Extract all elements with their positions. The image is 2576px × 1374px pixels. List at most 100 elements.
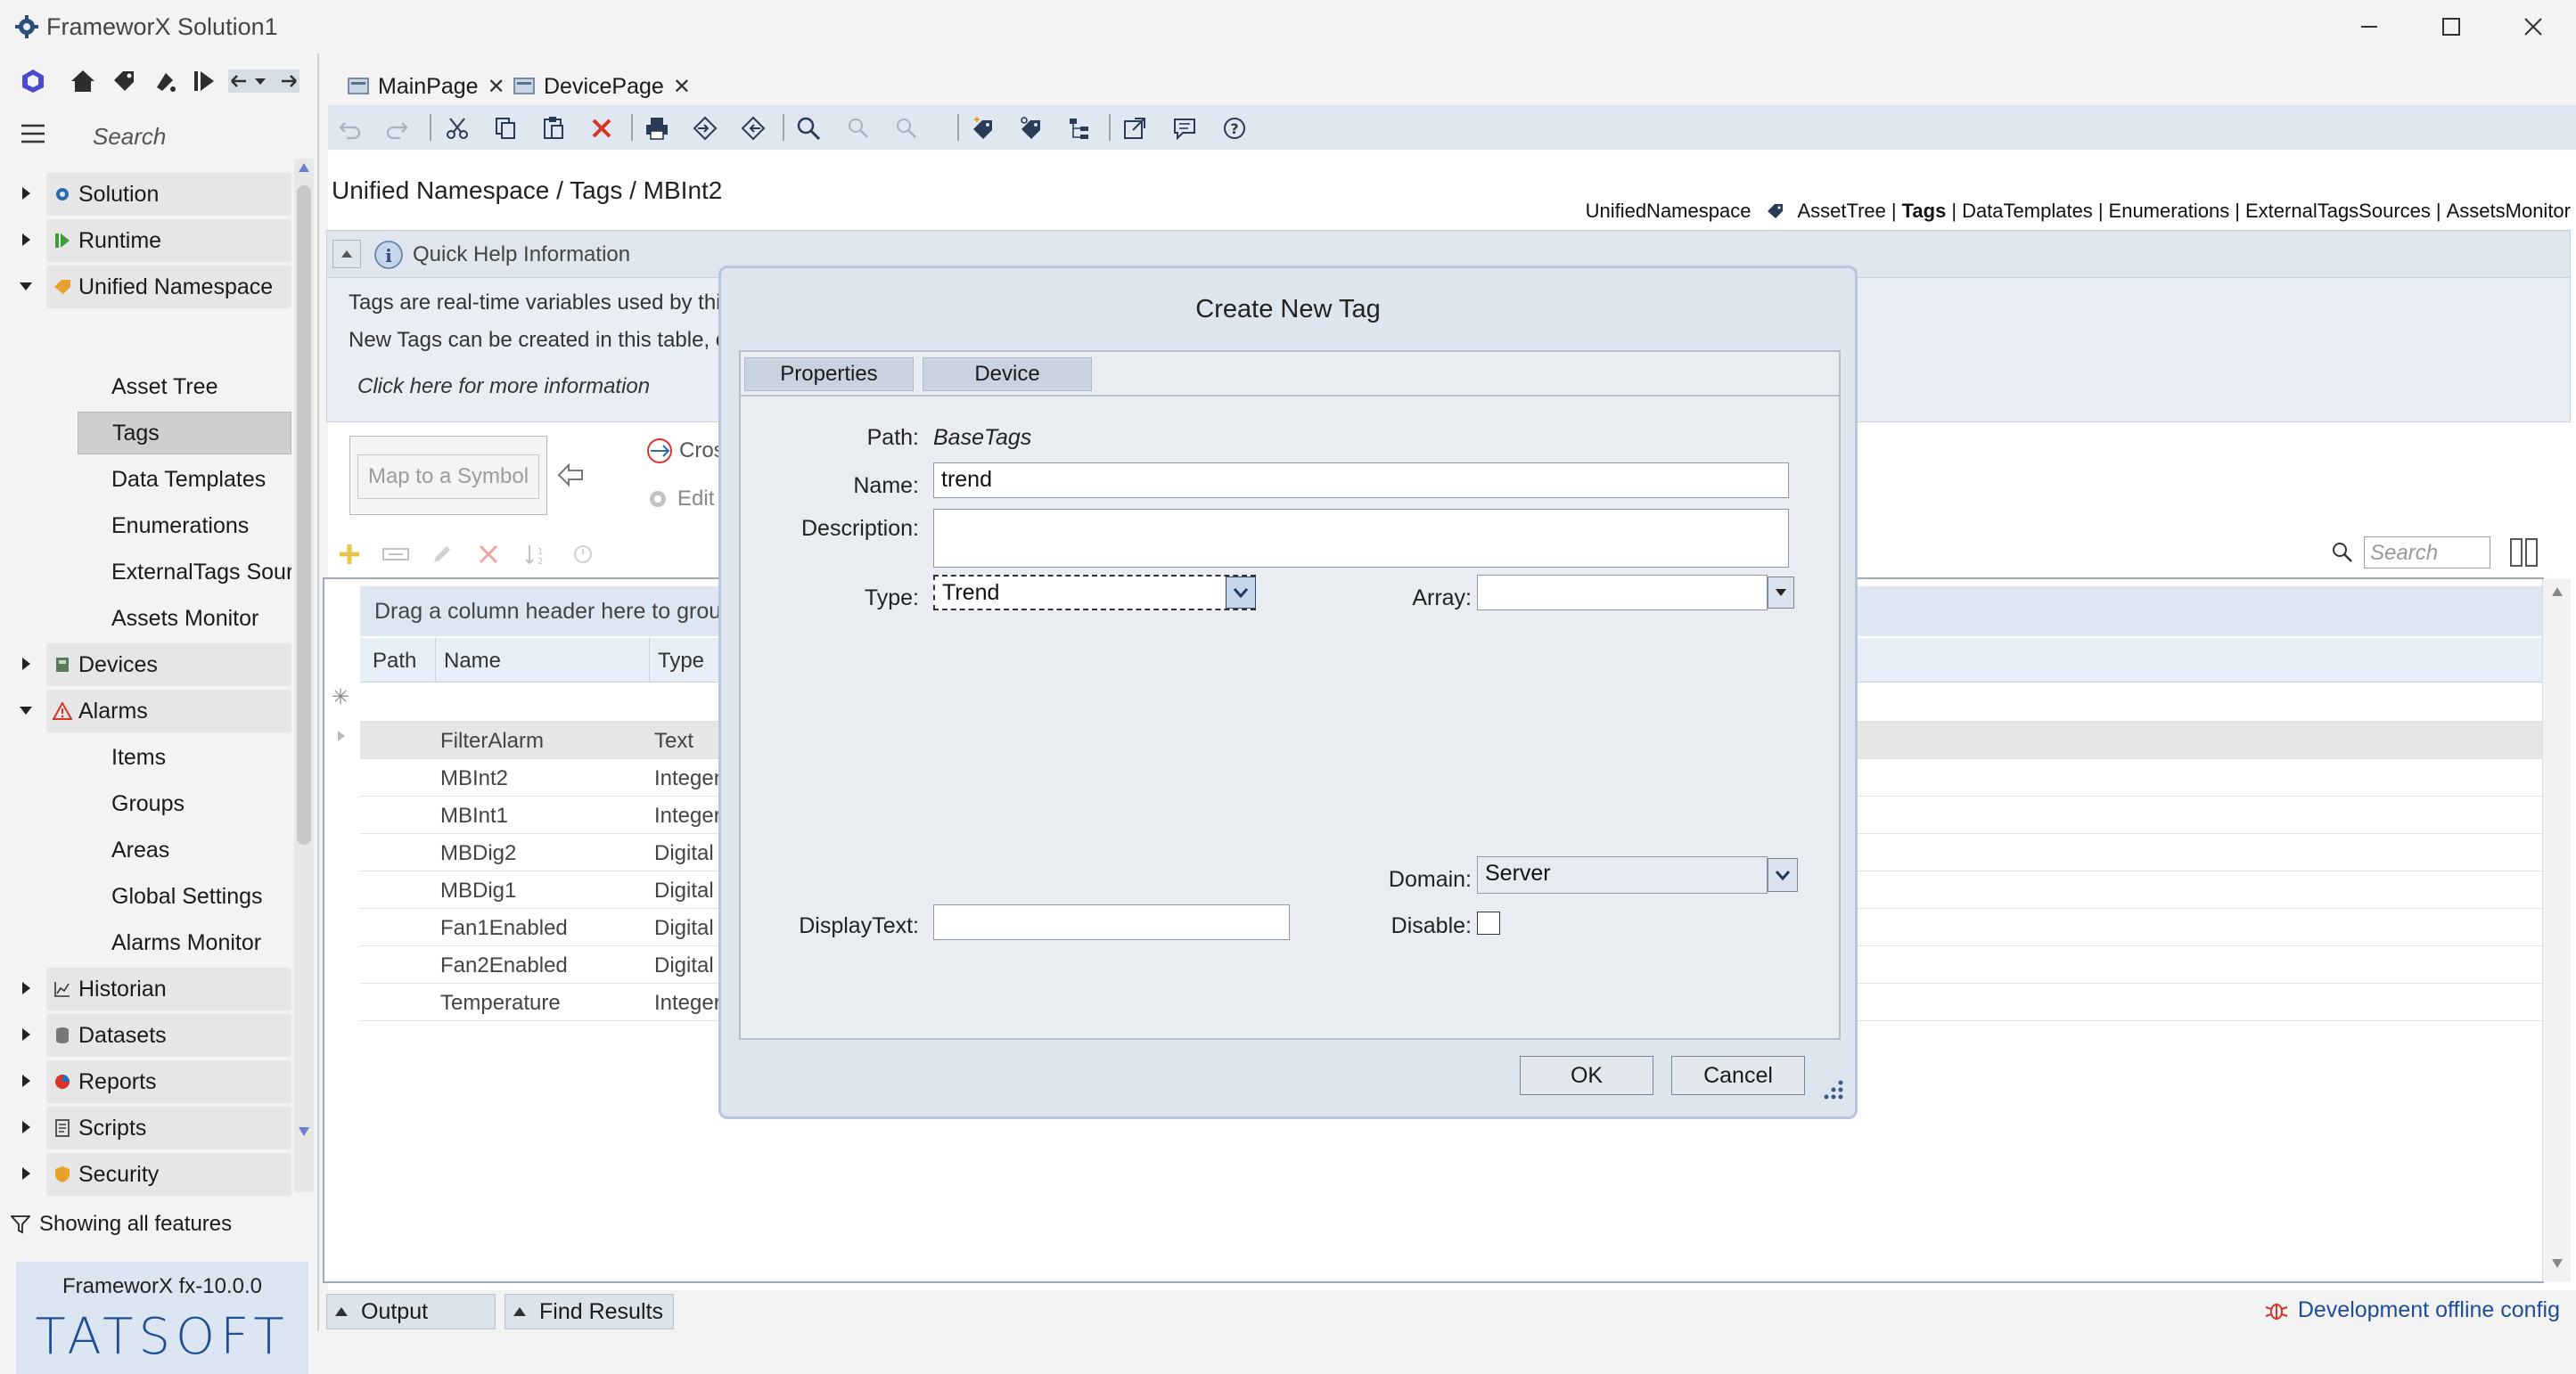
displaytext-field[interactable]	[933, 904, 1290, 940]
sidebar-search-input[interactable]: Search	[93, 123, 166, 151]
grid-scrollbar[interactable]	[2542, 579, 2571, 1281]
cut-icon[interactable]	[442, 113, 472, 143]
hamburger-menu-icon[interactable]	[21, 123, 45, 144]
sidebar-item-solution[interactable]: Solution	[46, 173, 291, 216]
nav-link-assetsmonitor[interactable]: AssetsMonitor	[2447, 200, 2571, 223]
expand-arrow-icon[interactable]	[18, 656, 34, 672]
sidebar-item-assets-monitor[interactable]: Assets Monitor	[78, 597, 291, 640]
sidebar-item-asset-tree[interactable]: Asset Tree	[78, 365, 291, 408]
sidebar-scroll-thumb[interactable]	[297, 185, 311, 845]
tab-mainpage[interactable]: MainPage ✕	[348, 70, 505, 103]
ok-button[interactable]: OK	[1520, 1056, 1653, 1095]
output-panel-tab[interactable]: Output	[326, 1294, 496, 1329]
column-header-path[interactable]: Path	[373, 649, 416, 674]
collapse-arrow-icon[interactable]	[18, 278, 34, 294]
column-header-name[interactable]: Name	[444, 649, 501, 674]
sidebar-item-alarms-monitor[interactable]: Alarms Monitor	[78, 921, 291, 964]
hierarchy-icon[interactable]	[1064, 113, 1095, 143]
expand-arrow-icon[interactable]	[18, 1165, 34, 1182]
scroll-up-icon[interactable]	[2551, 586, 2564, 597]
sidebar-item-items[interactable]: Items	[78, 736, 291, 779]
scroll-up-icon[interactable]	[298, 162, 310, 173]
maximize-button[interactable]	[2410, 0, 2492, 53]
add-row-icon[interactable]	[337, 542, 362, 567]
tab-properties[interactable]: Properties	[744, 357, 914, 391]
paste-icon[interactable]	[538, 113, 569, 143]
description-field[interactable]	[933, 509, 1789, 568]
quick-help-link[interactable]: Click here for more information	[357, 374, 650, 399]
nav-link-assettree[interactable]: AssetTree	[1797, 200, 1885, 223]
sidebar-item-areas[interactable]: Areas	[78, 829, 291, 871]
navigate-history-icon[interactable]	[228, 66, 299, 96]
collapse-arrow-icon[interactable]	[18, 702, 34, 718]
expand-arrow-icon[interactable]	[18, 1026, 34, 1043]
status-indicator[interactable]: Development offline config	[2264, 1297, 2560, 1323]
scroll-down-icon[interactable]	[298, 1126, 310, 1137]
sidebar-item-security[interactable]: Security	[46, 1153, 291, 1196]
comment-icon[interactable]	[1169, 113, 1200, 143]
nav-link-externaltagssources[interactable]: ExternalTagsSources	[2245, 200, 2431, 223]
sidebar-item-unified-namespace[interactable]: Unified Namespace	[46, 266, 291, 308]
sidebar-item-data-templates[interactable]: Data Templates	[78, 458, 291, 501]
new-tag-icon[interactable]	[968, 113, 998, 143]
close-tab-icon[interactable]: ✕	[488, 74, 505, 100]
edit-row-icon[interactable]	[430, 542, 455, 567]
disable-checkbox[interactable]	[1477, 912, 1500, 935]
print-icon[interactable]	[642, 113, 672, 143]
scroll-down-icon[interactable]	[2551, 1258, 2564, 1269]
find-results-tab[interactable]: Find Results	[505, 1294, 674, 1329]
tag-nav-icon[interactable]	[109, 66, 139, 96]
expand-arrow-icon[interactable]	[18, 232, 34, 248]
expand-arrow-icon[interactable]	[18, 1119, 34, 1135]
sidebar-item-runtime[interactable]: Runtime	[46, 219, 291, 262]
sidebar-item-datasets[interactable]: Datasets	[46, 1014, 291, 1057]
find-icon[interactable]	[793, 113, 824, 143]
dropdown-arrow-icon[interactable]	[1768, 577, 1794, 609]
insert-row-icon[interactable]	[381, 542, 412, 567]
import-icon[interactable]	[690, 113, 720, 143]
expand-arrow-icon[interactable]	[18, 980, 34, 996]
nav-root[interactable]: UnifiedNamespace	[1586, 200, 1752, 223]
tag-settings-icon[interactable]	[1016, 113, 1046, 143]
cross-reference-link[interactable]: Cros	[644, 437, 725, 465]
expand-arrow-icon[interactable]	[18, 1073, 34, 1089]
array-field[interactable]	[1477, 575, 1768, 610]
delete-row-icon[interactable]	[478, 544, 499, 565]
column-chooser-icon[interactable]	[2508, 536, 2540, 568]
open-external-icon[interactable]	[1120, 113, 1150, 143]
delete-icon[interactable]	[587, 113, 617, 143]
sidebar-item-historian[interactable]: Historian	[46, 968, 291, 1010]
close-tab-icon[interactable]: ✕	[673, 74, 691, 100]
tab-device[interactable]: Device	[923, 357, 1092, 391]
sidebar-item-externaltags-sources[interactable]: ExternalTags Sources	[78, 551, 291, 593]
find-user-icon[interactable]	[843, 113, 874, 143]
tab-devicepage[interactable]: DevicePage ✕	[513, 70, 691, 103]
minimize-button[interactable]	[2328, 0, 2410, 53]
sidebar-item-tags[interactable]: Tags	[78, 412, 291, 454]
refresh-icon[interactable]	[570, 542, 595, 567]
map-to-symbol-button[interactable]: Map to a Symbol	[357, 454, 539, 499]
nav-link-datatemplates[interactable]: DataTemplates	[1962, 200, 2093, 223]
sidebar-item-scripts[interactable]: Scripts	[46, 1107, 291, 1149]
close-window-button[interactable]	[2492, 0, 2574, 53]
column-header-type[interactable]: Type	[658, 649, 704, 674]
chevron-down-icon[interactable]	[1226, 577, 1256, 609]
sidebar-item-alarms[interactable]: Alarms	[46, 690, 291, 732]
resize-grip-icon[interactable]	[1816, 1075, 1846, 1106]
feature-filter[interactable]: Showing all features	[11, 1212, 232, 1237]
home-icon[interactable]	[68, 66, 98, 96]
help-icon[interactable]: ?	[1219, 113, 1250, 143]
type-select[interactable]: Trend	[933, 575, 1256, 610]
cancel-button[interactable]: Cancel	[1671, 1056, 1805, 1095]
sidebar-item-global-settings[interactable]: Global Settings	[78, 875, 291, 918]
cube-icon[interactable]	[18, 66, 48, 96]
edit-link[interactable]: Edit	[645, 487, 714, 511]
name-field[interactable]: trend	[933, 462, 1789, 498]
sidebar-item-devices[interactable]: Devices	[46, 643, 291, 686]
grid-search-input[interactable]: Search	[2364, 536, 2490, 568]
nav-link-tags[interactable]: Tags	[1902, 200, 1947, 223]
sort-icon[interactable]: 12	[522, 542, 547, 567]
expand-arrow-icon[interactable]	[18, 185, 34, 201]
export-icon[interactable]	[738, 113, 768, 143]
paint-icon[interactable]	[150, 66, 180, 96]
